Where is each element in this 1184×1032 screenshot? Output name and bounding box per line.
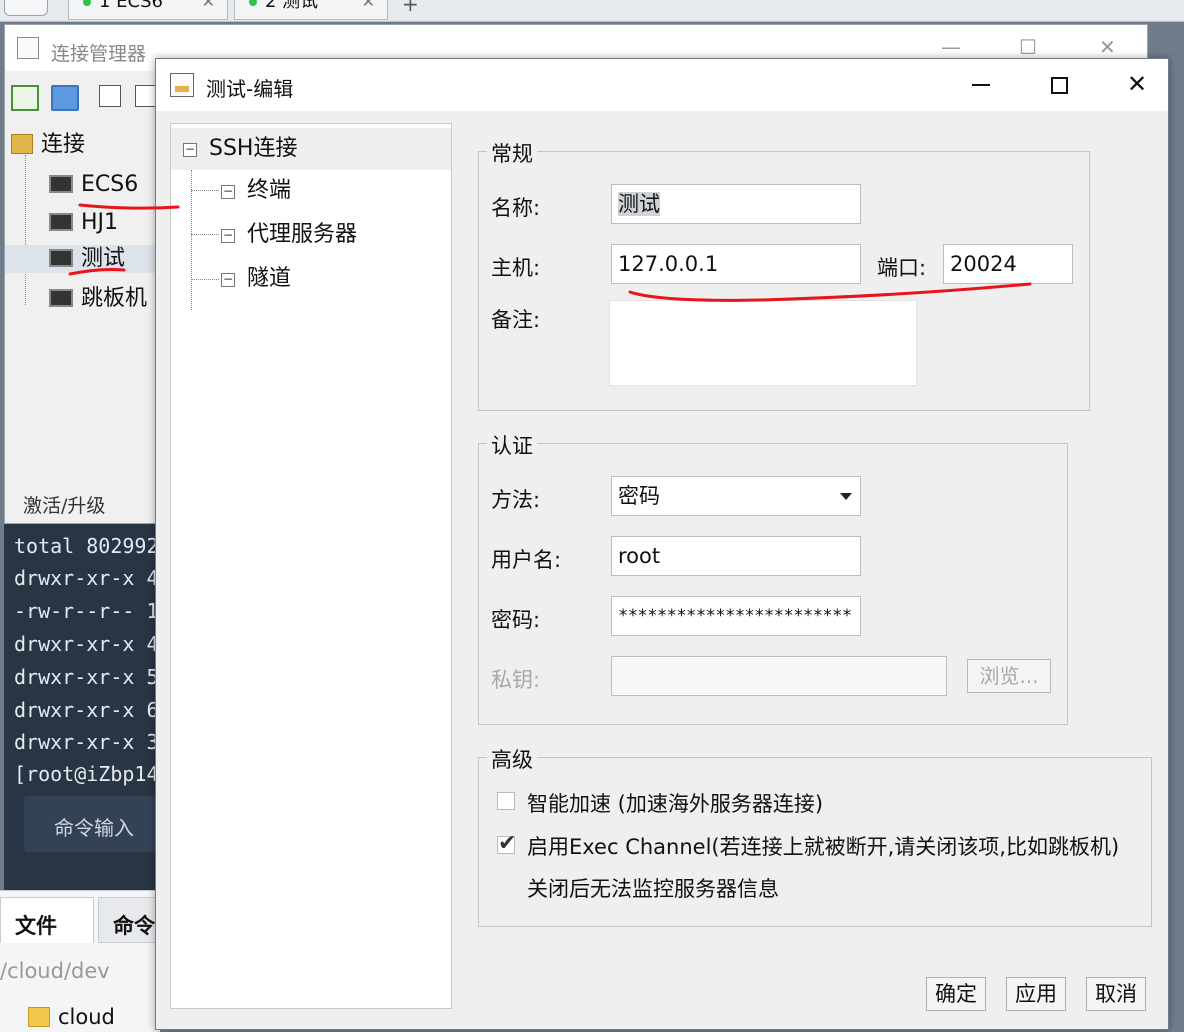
advanced-group: 高级 智能加速 (加速海外服务器连接) 启用Exec Channel(若连接上就… [478, 744, 1152, 927]
general-group-title: 常规 [487, 138, 537, 168]
close-icon: ✕ [1126, 70, 1148, 98]
private-key-label: 私钥: [491, 668, 541, 692]
connection-tree: 连接 ECS6 HJ1 测试 跳板机 [5, 121, 155, 501]
file-panel: 文件 命令 /cloud/dev cloud [0, 890, 160, 1032]
private-key-field[interactable] [611, 656, 947, 696]
name-label: 名称: [491, 196, 541, 220]
nav-item-terminal[interactable]: − 终端 [171, 170, 451, 212]
new-connection-icon[interactable] [11, 85, 39, 111]
dialog-title: 测试-编辑 [206, 77, 294, 101]
terminal-line: drwxr-xr-x 3 [14, 730, 159, 754]
connected-status-icon [83, 0, 91, 6]
exec-channel-label: 启用Exec Channel(若连接上就被断开,请关闭该项,比如跳板机) [527, 835, 1120, 859]
terminal-icon [49, 289, 73, 307]
app-icon [170, 73, 194, 97]
minimize-icon [972, 84, 990, 86]
port-label: 端口: [877, 256, 927, 280]
manager-title: 连接管理器 [51, 43, 147, 65]
port-field[interactable]: 20024 [943, 244, 1073, 284]
terminal-icon [49, 213, 73, 231]
maximize-icon[interactable]: ☐ [1019, 35, 1037, 59]
username-field[interactable]: root [611, 536, 861, 576]
tree-root-connections[interactable]: 连接 [11, 131, 85, 159]
terminal-line: drwxr-xr-x 6 [14, 698, 159, 722]
smart-accel-label: 智能加速 (加速海外服务器连接) [527, 792, 824, 816]
tree-item-ecs6[interactable]: ECS6 [49, 171, 138, 199]
chevron-down-icon [840, 493, 852, 500]
app-icon [17, 37, 39, 59]
browse-button[interactable]: 浏览... [967, 659, 1051, 693]
terminal-prompt: [root@iZbp14 [14, 762, 159, 786]
session-tab-ecs6[interactable]: 1 ECS6 ✕ [68, 0, 228, 20]
folder-icon [11, 134, 33, 154]
apply-button[interactable]: 应用 [1006, 977, 1066, 1011]
collapse-icon[interactable]: − [221, 273, 235, 287]
add-tab-button[interactable]: + [402, 0, 419, 16]
session-tab-strip: 1 ECS6 ✕ 2 测试 ✕ + [0, 0, 1184, 22]
close-tab-icon[interactable]: ✕ [362, 0, 375, 10]
note-textarea[interactable] [609, 300, 917, 386]
host-field[interactable]: 127.0.0.1 [611, 244, 861, 284]
collapse-icon[interactable]: − [183, 143, 197, 157]
terminal-line: drwxr-xr-x 4 [14, 566, 159, 590]
close-tab-icon[interactable]: ✕ [202, 0, 215, 10]
file-item-cloud[interactable]: cloud [0, 1005, 115, 1029]
tab-commands[interactable]: 命令 [98, 897, 160, 943]
terminal-line: drwxr-xr-x 5 [14, 665, 159, 689]
exec-channel-note: 关闭后无法监控服务器信息 [527, 877, 779, 901]
auth-group-title: 认证 [487, 430, 537, 460]
dialog-titlebar: 测试-编辑 ✕ [156, 59, 1168, 111]
host-label: 主机: [491, 256, 541, 280]
exec-channel-checkbox[interactable] [497, 831, 516, 856]
password-label: 密码: [491, 608, 541, 632]
tree-item-jumphost[interactable]: 跳板机 [49, 285, 147, 313]
auth-method-select[interactable]: 密码 [611, 476, 861, 516]
collapse-all-icon[interactable] [99, 85, 121, 107]
maximize-button[interactable] [1034, 69, 1084, 101]
username-label: 用户名: [491, 548, 562, 572]
general-group: 常规 名称: 测试 主机: 127.0.0.1 端口: 20024 备注: [478, 138, 1090, 411]
terminal-icon [49, 175, 73, 193]
expand-all-icon[interactable] [135, 85, 157, 107]
maximize-icon [1050, 77, 1068, 94]
nav-item-ssh-connection[interactable]: − SSH连接 [171, 128, 451, 170]
home-tab-button[interactable] [4, 0, 48, 16]
password-field[interactable]: ************************ [611, 596, 861, 636]
auth-group: 认证 方法: 密码 用户名: root 密码: ****************… [478, 430, 1068, 725]
folder-icon [28, 1007, 50, 1027]
tab-files[interactable]: 文件 [0, 897, 94, 943]
new-folder-icon[interactable] [51, 85, 79, 111]
session-tab-test[interactable]: 2 测试 ✕ [234, 0, 388, 20]
minimize-icon[interactable]: — [941, 35, 961, 59]
cancel-button[interactable]: 取消 [1086, 977, 1146, 1011]
collapse-icon[interactable]: − [221, 229, 235, 243]
nav-item-proxy[interactable]: − 代理服务器 [171, 214, 451, 256]
note-label: 备注: [491, 308, 541, 332]
edit-connection-dialog: 测试-编辑 ✕ − SSH连接 − 终端 − 代理服务器 − 隧道 常规 名称: 测试 … [155, 58, 1169, 1030]
close-button[interactable]: ✕ [1112, 69, 1162, 101]
nav-item-tunnel[interactable]: − 隧道 [171, 258, 451, 300]
advanced-group-title: 高级 [487, 744, 537, 774]
terminal-line: total 802992 [14, 534, 159, 558]
connected-status-icon [249, 0, 257, 6]
tree-item-hj1[interactable]: HJ1 [49, 209, 118, 237]
command-input[interactable]: 命令输入 [24, 796, 164, 852]
close-icon[interactable]: ✕ [1099, 35, 1116, 59]
terminal-line: drwxr-xr-x 4 [14, 632, 159, 656]
terminal-icon [49, 249, 73, 267]
activate-upgrade-link[interactable]: 激活/升级 [23, 491, 105, 518]
current-path[interactable]: /cloud/dev [0, 959, 110, 983]
ok-button[interactable]: 确定 [926, 977, 986, 1011]
tree-item-test[interactable]: 测试 [5, 245, 155, 273]
name-field[interactable]: 测试 [611, 184, 861, 224]
collapse-icon[interactable]: − [221, 185, 235, 199]
settings-nav-tree: − SSH连接 − 终端 − 代理服务器 − 隧道 [170, 123, 452, 1009]
minimize-button[interactable] [956, 69, 1006, 101]
method-label: 方法: [491, 488, 541, 512]
smart-accel-checkbox[interactable] [497, 792, 515, 810]
terminal-line: -rw-r--r-- 1 [14, 599, 159, 623]
